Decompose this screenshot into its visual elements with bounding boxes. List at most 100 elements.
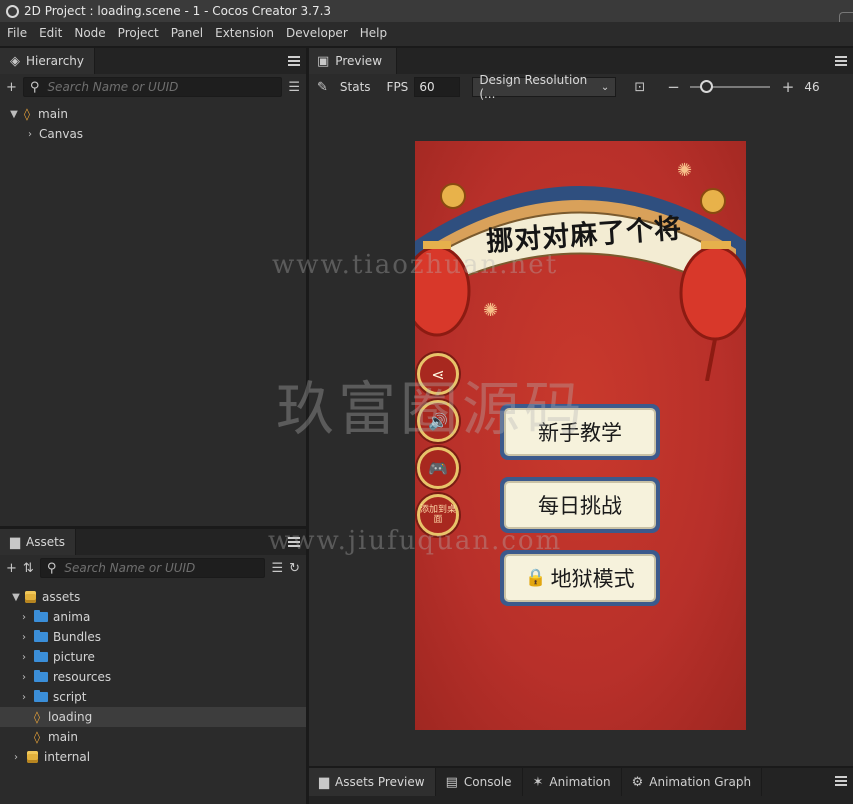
add-desktop-button[interactable]: 添加到桌面 xyxy=(417,494,459,536)
chevron-right-icon[interactable]: › xyxy=(18,632,30,643)
scene-icon: ◊ xyxy=(34,730,40,744)
menu-file[interactable]: File xyxy=(1,26,33,40)
assets-search-input[interactable] xyxy=(64,561,265,575)
scene-icon: ◊ xyxy=(24,107,30,121)
panel-menu-icon[interactable] xyxy=(288,56,300,66)
hierarchy-search-input[interactable] xyxy=(47,80,282,94)
cocos-logo-icon xyxy=(6,4,19,18)
sort-icon[interactable]: ⇅ xyxy=(23,562,34,575)
gamepad-icon: 🎮 xyxy=(428,458,448,478)
tree-node-canvas[interactable]: › Canvas xyxy=(0,124,306,144)
sound-button[interactable]: 🔊 xyxy=(417,400,459,442)
window-title: 2D Project : loading.scene - 1 - Cocos C… xyxy=(24,4,332,18)
tab-label: Animation Graph xyxy=(649,775,752,789)
layers-icon: ◈ xyxy=(10,53,20,69)
design-resolution-value: Design Resolution (... xyxy=(479,73,588,101)
menu-project[interactable]: Project xyxy=(112,26,165,40)
menu-developer[interactable]: Developer xyxy=(280,26,354,40)
share-button[interactable]: ⋖ xyxy=(417,353,459,395)
chevron-down-icon[interactable]: ▼ xyxy=(10,592,22,603)
design-resolution-select[interactable]: Design Resolution (... ⌄ xyxy=(472,73,617,101)
menu-help[interactable]: Help xyxy=(354,26,393,40)
search-icon: ⚲ xyxy=(46,560,57,576)
tab-preview[interactable]: ▣ Preview xyxy=(309,48,398,74)
edit-icon[interactable]: ✎ xyxy=(317,81,328,94)
chevron-right-icon[interactable]: › xyxy=(18,672,30,683)
tab-hierarchy[interactable]: ◈ Hierarchy xyxy=(0,48,96,74)
asset-scene-selected[interactable]: ◊ loading xyxy=(0,707,306,727)
tab-preview-label: Preview xyxy=(335,54,383,68)
folder-icon xyxy=(34,630,48,642)
asset-internal[interactable]: › internal xyxy=(0,747,306,767)
menu-panel[interactable]: Panel xyxy=(165,26,209,40)
menu-extension[interactable]: Extension xyxy=(209,26,280,40)
daily-challenge-label: 每日挑战 xyxy=(538,494,622,518)
graph-icon: ⚙ xyxy=(631,774,644,790)
tutorial-button[interactable]: 新手教学 xyxy=(500,404,660,460)
tab-assets[interactable]: ▆ Assets xyxy=(0,529,77,555)
fps-input[interactable]: 60 xyxy=(414,77,461,97)
panel-menu-icon[interactable] xyxy=(835,56,847,66)
lantern-tassel xyxy=(705,338,717,381)
asset-label: loading xyxy=(48,710,93,724)
assets-toolbar: + ⇅ ⚲ ☰ ↻ xyxy=(0,555,306,581)
zoom-slider[interactable] xyxy=(689,80,770,93)
preview-icon: ▣ xyxy=(317,53,330,69)
panel-menu-icon[interactable] xyxy=(835,776,847,786)
preview-tabbar: ▣ Preview xyxy=(309,48,853,74)
assets-search[interactable]: ⚲ xyxy=(39,558,266,578)
chevron-right-icon[interactable]: › xyxy=(18,612,30,623)
asset-folder[interactable]: › script xyxy=(0,687,306,707)
folder-icon xyxy=(34,610,48,622)
asset-root[interactable]: ▼ assets xyxy=(0,587,306,607)
asset-label: Bundles xyxy=(53,630,102,644)
lantern-right xyxy=(679,245,746,341)
chevron-down-icon[interactable]: ▼ xyxy=(8,109,20,120)
asset-folder[interactable]: › resources xyxy=(0,667,306,687)
folder-icon xyxy=(34,670,48,682)
chevron-right-icon[interactable]: › xyxy=(10,752,22,763)
chevron-right-icon[interactable]: › xyxy=(18,652,30,663)
menu-edit[interactable]: Edit xyxy=(33,26,68,40)
tree-node-main[interactable]: ▼ ◊ main xyxy=(0,104,306,124)
title-bar: 2D Project : loading.scene - 1 - Cocos C… xyxy=(0,0,853,32)
asset-folder[interactable]: › picture xyxy=(0,647,306,667)
hierarchy-search[interactable]: ⚲ xyxy=(22,77,283,97)
tab-animation-graph[interactable]: ⚙ Animation Graph xyxy=(621,768,763,796)
hierarchy-panel: ◈ Hierarchy + ⚲ ☰ ▼ ◊ main › Canvas xyxy=(0,48,306,526)
zoom-in-icon[interactable]: + xyxy=(782,79,795,95)
chevron-right-icon[interactable]: › xyxy=(24,129,36,140)
asset-scene[interactable]: ◊ main xyxy=(0,727,306,747)
hierarchy-toolbar: + ⚲ ☰ xyxy=(0,74,306,100)
asset-folder[interactable]: › anima xyxy=(0,607,306,627)
add-icon[interactable]: + xyxy=(6,562,17,575)
lock-ratio-icon[interactable]: ⊡ xyxy=(634,81,645,94)
stats-toggle[interactable]: Stats xyxy=(340,80,371,94)
refresh-icon[interactable]: ↻ xyxy=(289,562,300,575)
zoom-slider-thumb[interactable] xyxy=(699,80,713,93)
console-icon: ▤ xyxy=(445,774,458,790)
collapse-all-icon[interactable]: ☰ xyxy=(271,562,283,575)
tab-console[interactable]: ▤ Console xyxy=(435,768,523,796)
panel-menu-icon[interactable] xyxy=(288,537,300,547)
hell-mode-button[interactable]: 🔒 地狱模式 xyxy=(500,550,660,606)
chevron-right-icon[interactable]: › xyxy=(18,692,30,703)
add-icon[interactable]: + xyxy=(6,81,17,94)
asset-label: script xyxy=(53,690,87,704)
tab-animation[interactable]: ✶ Animation xyxy=(522,768,622,796)
add-desktop-label: 添加到桌面 xyxy=(420,505,457,525)
lantern-left-cap xyxy=(423,241,451,249)
game-view[interactable]: ✺ ✺ 挪对对麻了个将 ⋖ 🔊 🎮 添加到桌面 新手教学 每日挑战 🔒 地狱模式 xyxy=(415,141,746,730)
tab-assets-preview[interactable]: ▆ Assets Preview xyxy=(309,768,436,796)
hierarchy-tabbar: ◈ Hierarchy xyxy=(0,48,306,74)
more-games-button[interactable]: 🎮 xyxy=(417,447,459,489)
running-icon: ✶ xyxy=(532,774,544,790)
bottom-tabbar: ▆ Assets Preview ▤ Console ✶ Animation ⚙… xyxy=(309,768,853,796)
asset-label: main xyxy=(48,730,78,744)
menu-node[interactable]: Node xyxy=(68,26,111,40)
asset-folder[interactable]: › Bundles xyxy=(0,627,306,647)
zoom-out-icon[interactable]: − xyxy=(667,79,680,95)
collapse-all-icon[interactable]: ☰ xyxy=(288,81,300,94)
daily-challenge-button[interactable]: 每日挑战 xyxy=(500,477,660,533)
tab-label: Animation xyxy=(549,775,611,789)
